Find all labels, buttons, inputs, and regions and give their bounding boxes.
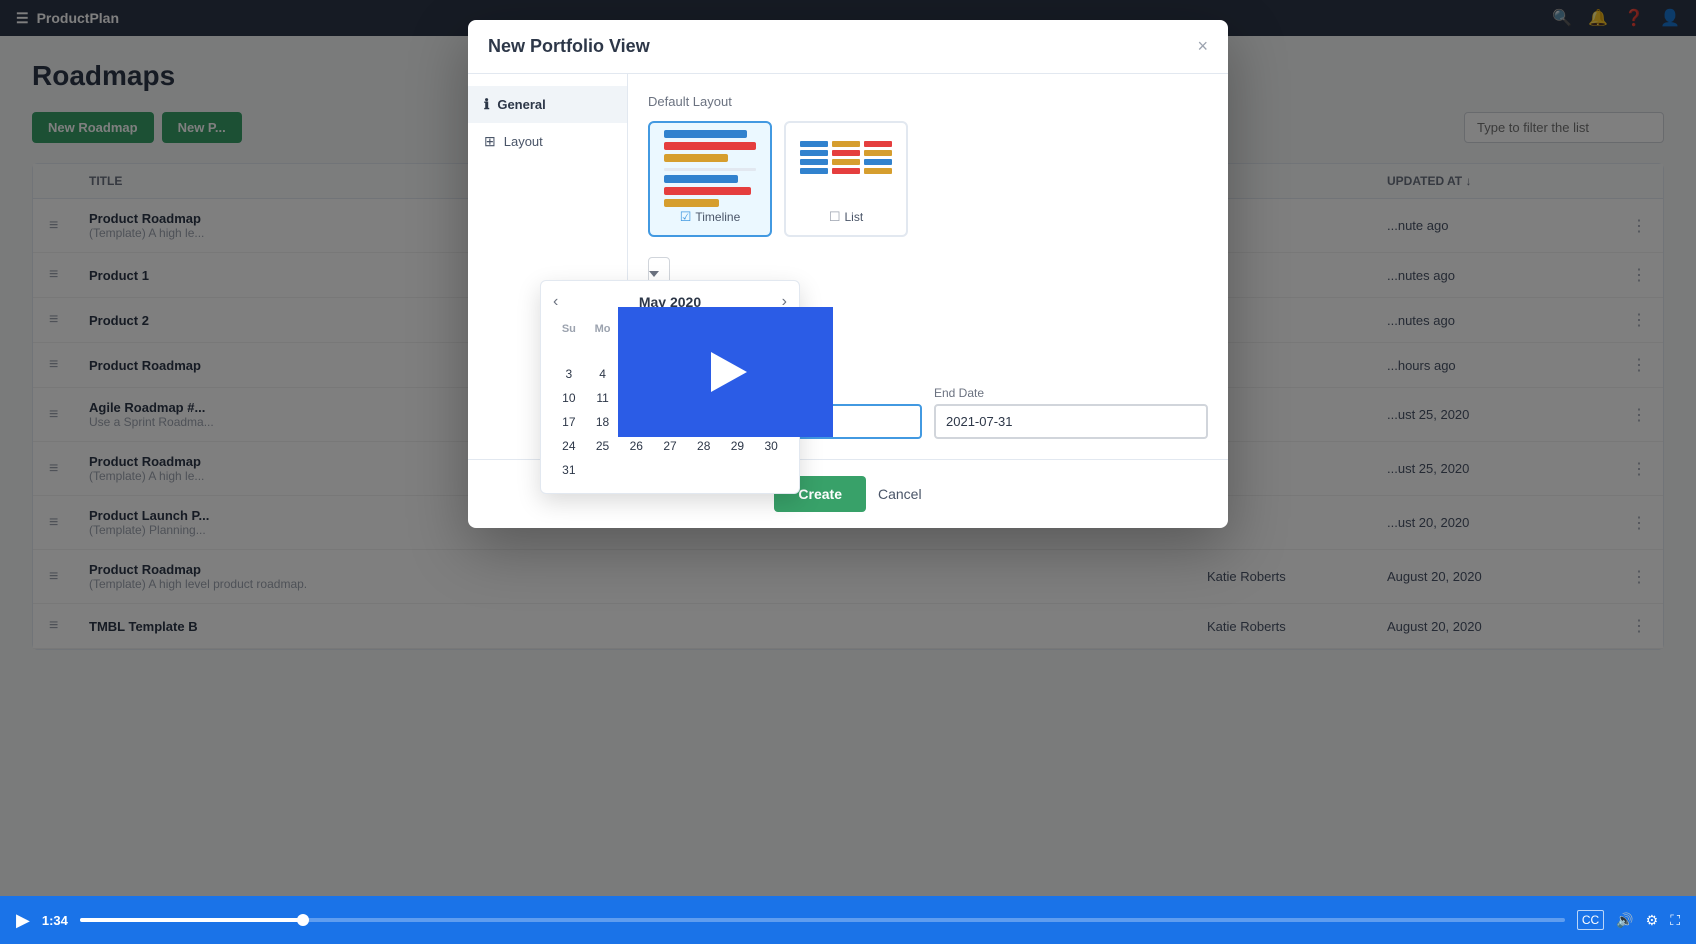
end-date-label: End Date (934, 386, 1208, 400)
cancel-button[interactable]: Cancel (878, 486, 922, 502)
play-icon[interactable] (711, 352, 747, 392)
video-cc-button[interactable]: CC (1577, 910, 1604, 930)
list-checkbox: ☐ (829, 209, 841, 225)
modal-nav-general[interactable]: ℹ General (468, 86, 627, 123)
modal-title: New Portfolio View (488, 36, 650, 57)
cal-day-empty (654, 459, 686, 481)
cal-day-empty (553, 339, 585, 361)
cal-day-empty (587, 459, 619, 481)
layout-section-label: Default Layout (648, 94, 1208, 109)
cal-day-25[interactable]: 25 (587, 435, 619, 457)
modal-nav-layout[interactable]: ⊞ Layout (468, 123, 627, 160)
video-volume-icon[interactable]: 🔊 (1616, 912, 1633, 929)
layout-list-card[interactable]: ☐ List (784, 121, 908, 237)
cal-day-empty (620, 459, 652, 481)
cal-day-3[interactable]: 3 (553, 363, 585, 385)
timeline-checkbox: ☑ (680, 209, 692, 225)
cal-day-11[interactable]: 11 (587, 387, 619, 409)
video-controls-bar: ▶ 1:34 CC 🔊 ⚙ ⛶ (0, 896, 1696, 944)
cal-header-su: Su (553, 321, 585, 337)
timeline-visual (660, 133, 760, 203)
cal-day-empty (755, 459, 787, 481)
video-player[interactable] (618, 307, 833, 437)
cal-day-31[interactable]: 31 (553, 459, 585, 481)
cal-day-27[interactable]: 27 (654, 435, 686, 457)
modal-overlay[interactable]: New Portfolio View × ℹ General ⊞ Layout … (0, 0, 1696, 944)
cal-day-empty (688, 459, 720, 481)
cal-day-30[interactable]: 30 (755, 435, 787, 457)
cal-day-empty (722, 459, 754, 481)
cal-day-10[interactable]: 10 (553, 387, 585, 409)
calendar-prev-button[interactable]: ‹ (553, 293, 558, 311)
video-progress-handle[interactable] (297, 914, 309, 926)
cal-day-4[interactable]: 4 (587, 363, 619, 385)
cal-header-mo: Mo (587, 321, 619, 337)
cal-day-empty (587, 339, 619, 361)
cal-day-29[interactable]: 29 (722, 435, 754, 457)
list-label: ☐ List (829, 209, 863, 225)
video-fullscreen-icon[interactable]: ⛶ (1670, 912, 1680, 929)
video-progress-fill (80, 918, 303, 922)
layout-timeline-card[interactable]: ☑ Timeline (648, 121, 772, 237)
video-play-button[interactable]: ▶ (16, 910, 30, 931)
layout-options: ☑ Timeline (648, 121, 1208, 237)
cal-day-28[interactable]: 28 (688, 435, 720, 457)
end-date-field: End Date (934, 386, 1208, 439)
cal-day-18[interactable]: 18 (587, 411, 619, 433)
video-settings-icon[interactable]: ⚙ (1646, 912, 1659, 929)
nav-general-label: General (497, 97, 545, 112)
end-date-input[interactable] (934, 404, 1208, 439)
timeline-label: ☑ Timeline (680, 209, 741, 225)
info-icon: ℹ (484, 96, 489, 113)
video-time: 1:34 (42, 913, 68, 928)
video-progress-bar[interactable] (80, 918, 1565, 922)
modal-close-button[interactable]: × (1197, 36, 1208, 57)
layout-icon: ⊞ (484, 133, 496, 150)
cal-day-24[interactable]: 24 (553, 435, 585, 457)
modal-header: New Portfolio View × (468, 20, 1228, 74)
cal-day-26[interactable]: 26 (620, 435, 652, 457)
cal-day-17[interactable]: 17 (553, 411, 585, 433)
list-visual (796, 133, 896, 203)
nav-layout-label: Layout (504, 134, 543, 149)
